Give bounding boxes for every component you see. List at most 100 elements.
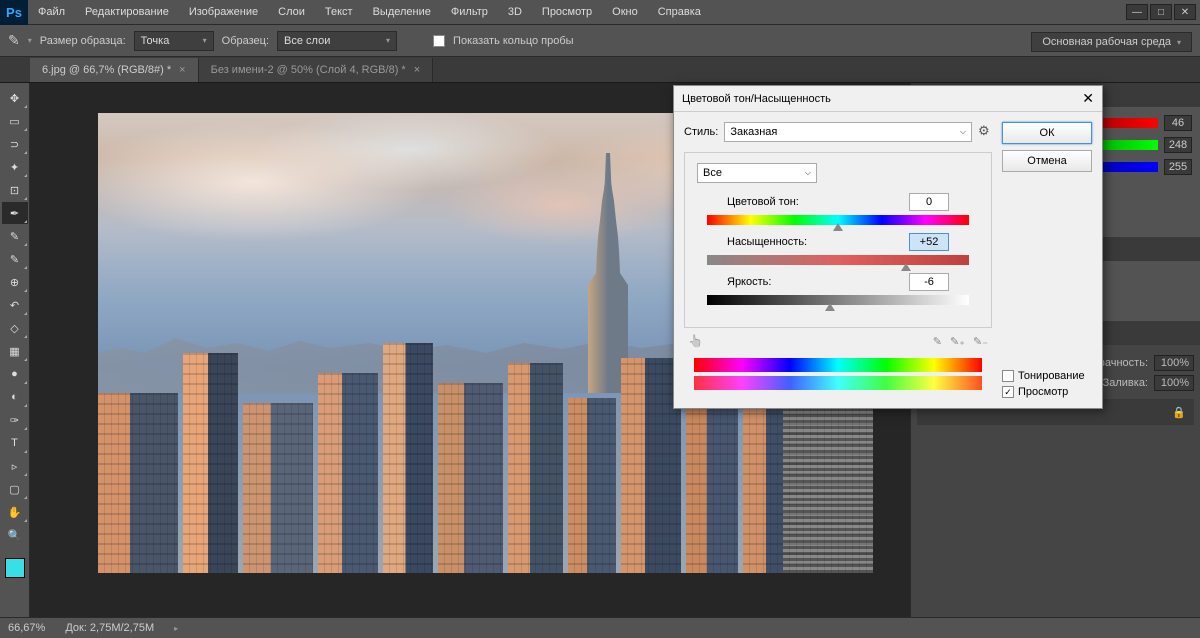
- eyedropper-sub-icon[interactable]: ✎₋: [973, 335, 988, 348]
- marquee-tool[interactable]: ▭: [2, 110, 28, 132]
- lightness-slider[interactable]: [707, 295, 969, 305]
- menu-layers[interactable]: Слои: [268, 6, 315, 18]
- colorize-checkbox[interactable]: [1002, 370, 1014, 382]
- opacity-field[interactable]: 100%: [1154, 355, 1194, 371]
- preset-options-icon[interactable]: [978, 125, 992, 139]
- style-value: Заказная: [730, 126, 777, 138]
- saturation-input[interactable]: [909, 233, 949, 251]
- r-value[interactable]: 46: [1164, 115, 1192, 131]
- lightness-label: Яркость:: [727, 276, 771, 288]
- clone-tool[interactable]: ⊕: [2, 271, 28, 293]
- hand-tool[interactable]: ✋: [2, 501, 28, 523]
- preview-checkbox[interactable]: ✓: [1002, 386, 1014, 398]
- close-button[interactable]: ✕: [1174, 4, 1196, 20]
- eyedropper-tool[interactable]: ✒: [2, 202, 28, 224]
- g-value[interactable]: 248: [1164, 137, 1192, 153]
- tab-label: 6.jpg @ 66,7% (RGB/8#) *: [42, 64, 171, 76]
- menu-help[interactable]: Справка: [648, 6, 711, 18]
- preview-checkbox-row[interactable]: ✓ Просмотр: [1002, 386, 1092, 398]
- saturation-label: Насыщенность:: [727, 236, 807, 248]
- options-bar: ✎ ▾ Размер образца: Точка▾ Образец: Все …: [0, 25, 1200, 57]
- input-spectrum: [694, 358, 982, 372]
- menu-image[interactable]: Изображение: [179, 6, 268, 18]
- menu-window[interactable]: Окно: [602, 6, 648, 18]
- blur-tool[interactable]: ●: [2, 363, 28, 385]
- dialog-titlebar[interactable]: Цветовой тон/Насыщенность ✕: [674, 86, 1102, 112]
- show-ring-checkbox[interactable]: [433, 35, 445, 47]
- tab-document-1[interactable]: 6.jpg @ 66,7% (RGB/8#) * ×: [30, 58, 199, 82]
- lightness-input[interactable]: [909, 273, 949, 291]
- foreground-color-swatch[interactable]: [5, 558, 25, 578]
- hue-label: Цветовой тон:: [727, 196, 799, 208]
- gradient-tool[interactable]: ▦: [2, 340, 28, 362]
- saturation-slider[interactable]: [707, 255, 969, 265]
- channel-select[interactable]: Все⌵: [697, 163, 817, 183]
- tab-label: Без имени-2 @ 50% (Слой 4, RGB/8) *: [211, 64, 406, 76]
- maximize-button[interactable]: □: [1150, 4, 1172, 20]
- app-logo: Ps: [0, 0, 28, 25]
- pen-tool[interactable]: ✑: [2, 409, 28, 431]
- hue-input[interactable]: [909, 193, 949, 211]
- sample-value: Все слои: [284, 35, 330, 47]
- scrubby-icon[interactable]: [688, 334, 703, 348]
- tab-document-2[interactable]: Без имени-2 @ 50% (Слой 4, RGB/8) * ×: [199, 58, 434, 82]
- workspace-switcher[interactable]: Основная рабочая среда▾: [1031, 32, 1192, 52]
- hue-saturation-dialog: Цветовой тон/Насыщенность ✕ Стиль: Заказ…: [673, 85, 1103, 409]
- zoom-level[interactable]: 66,67%: [8, 622, 45, 634]
- sample-label: Образец:: [222, 35, 269, 47]
- menu-file[interactable]: Файл: [28, 6, 75, 18]
- preview-label: Просмотр: [1018, 386, 1068, 398]
- menu-select[interactable]: Выделение: [363, 6, 441, 18]
- brush-tool[interactable]: ✎: [2, 248, 28, 270]
- menu-edit[interactable]: Редактирование: [75, 6, 179, 18]
- zoom-tool[interactable]: 🔍: [2, 524, 28, 546]
- heal-tool[interactable]: ✎: [2, 225, 28, 247]
- menu-view[interactable]: Просмотр: [532, 6, 602, 18]
- menu-filter[interactable]: Фильтр: [441, 6, 498, 18]
- tab-close-icon[interactable]: ×: [179, 64, 185, 76]
- sample-size-value: Точка: [141, 35, 170, 47]
- menu-3d[interactable]: 3D: [498, 6, 532, 18]
- eyedropper-tool-icon: ✎: [8, 32, 20, 49]
- output-spectrum: [694, 376, 982, 390]
- channel-value: Все: [703, 167, 722, 179]
- lasso-tool[interactable]: ⊃: [2, 133, 28, 155]
- crop-tool[interactable]: ⊡: [2, 179, 28, 201]
- tool-preset-chevron-icon[interactable]: ▾: [28, 36, 32, 45]
- path-tool[interactable]: ▹: [2, 455, 28, 477]
- sample-size-select[interactable]: Точка▾: [134, 31, 214, 51]
- fill-label: Заливка:: [1103, 377, 1148, 389]
- b-value[interactable]: 255: [1164, 159, 1192, 175]
- style-select[interactable]: Заказная⌵: [724, 122, 972, 142]
- dodge-tool[interactable]: ◐: [2, 386, 28, 408]
- style-label: Стиль:: [684, 126, 718, 138]
- dialog-close-icon[interactable]: ✕: [1082, 90, 1094, 107]
- doc-size[interactable]: Док: 2,75M/2,75M: [65, 622, 154, 634]
- sliders-box: Все⌵ Цветовой тон: Насыщенность:: [684, 152, 992, 328]
- wand-tool[interactable]: ✦: [2, 156, 28, 178]
- sample-select[interactable]: Все слои▾: [277, 31, 397, 51]
- type-tool[interactable]: T: [2, 432, 28, 454]
- document-tabs: 6.jpg @ 66,7% (RGB/8#) * × Без имени-2 @…: [0, 57, 1200, 83]
- tab-close-icon[interactable]: ×: [414, 64, 420, 76]
- colorize-checkbox-row[interactable]: Тонирование: [1002, 370, 1092, 382]
- status-bar: 66,67% Док: 2,75M/2,75M ▸: [0, 617, 1200, 638]
- move-tool[interactable]: ✥: [2, 87, 28, 109]
- eyedropper-set-icon[interactable]: ✎: [933, 335, 942, 348]
- show-ring-label: Показать кольцо пробы: [453, 35, 574, 47]
- shape-tool[interactable]: ▢: [2, 478, 28, 500]
- lock-icon[interactable]: 🔒: [1172, 406, 1186, 419]
- history-brush-tool[interactable]: ↶: [2, 294, 28, 316]
- menu-text[interactable]: Текст: [315, 6, 363, 18]
- menu-bar: Ps Файл Редактирование Изображение Слои …: [0, 0, 1200, 25]
- eyedropper-add-icon[interactable]: ✎₊: [950, 335, 965, 348]
- status-chevron-icon[interactable]: ▸: [174, 624, 178, 633]
- fill-field[interactable]: 100%: [1154, 375, 1194, 391]
- ok-button[interactable]: ОК: [1002, 122, 1092, 144]
- colorize-label: Тонирование: [1018, 370, 1085, 382]
- hue-slider[interactable]: [707, 215, 969, 225]
- sample-size-label: Размер образца:: [40, 35, 126, 47]
- minimize-button[interactable]: —: [1126, 4, 1148, 20]
- eraser-tool[interactable]: ◇: [2, 317, 28, 339]
- cancel-button[interactable]: Отмена: [1002, 150, 1092, 172]
